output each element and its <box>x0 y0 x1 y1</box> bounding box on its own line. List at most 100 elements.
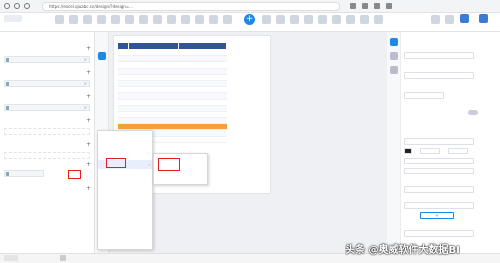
format-icon[interactable] <box>83 15 92 24</box>
add-icon[interactable]: + <box>86 69 91 76</box>
add-icon[interactable]: + <box>86 93 91 100</box>
merge-icon[interactable] <box>153 15 162 24</box>
submenu-item[interactable] <box>154 171 207 180</box>
link-icon[interactable] <box>304 15 313 24</box>
param-icon[interactable] <box>318 15 327 24</box>
align-icon[interactable] <box>125 15 134 24</box>
properties-tab-icon[interactable] <box>390 38 398 46</box>
image-icon[interactable] <box>276 15 285 24</box>
theme-icon[interactable] <box>332 15 341 24</box>
style-icon[interactable] <box>97 15 106 24</box>
field-panel <box>0 32 95 253</box>
menu-item[interactable] <box>98 232 152 241</box>
filter-icon[interactable] <box>209 15 218 24</box>
undo-icon[interactable] <box>55 15 64 24</box>
menu-item[interactable] <box>98 142 152 151</box>
menu-item[interactable] <box>98 178 152 187</box>
field-chip[interactable]: × <box>4 104 90 111</box>
favorites-icon[interactable] <box>362 3 368 9</box>
text-style-buttons[interactable] <box>404 158 474 164</box>
context-menu: › <box>97 130 153 250</box>
prop-input[interactable] <box>404 230 474 237</box>
add-icon[interactable]: + <box>86 141 91 148</box>
insert-row-icon[interactable] <box>167 15 176 24</box>
refresh-icon[interactable] <box>24 3 30 9</box>
menu-item[interactable] <box>98 196 152 205</box>
add-component-button[interactable]: + <box>244 14 255 25</box>
toggle-switch[interactable] <box>468 110 478 115</box>
menu-item[interactable] <box>98 214 152 223</box>
drop-zone[interactable] <box>4 128 90 135</box>
data-tab-icon[interactable] <box>390 66 398 74</box>
header-cell[interactable] <box>127 42 180 50</box>
chart-icon[interactable] <box>223 15 232 24</box>
highlight-annotation <box>106 158 126 168</box>
font-color-swatch[interactable] <box>404 148 412 154</box>
table-component-icon[interactable] <box>98 52 106 60</box>
menu-item[interactable] <box>98 205 152 214</box>
layout-icon[interactable] <box>445 15 454 24</box>
style-tab-icon[interactable] <box>390 52 398 60</box>
menu-item[interactable] <box>98 169 152 178</box>
settings-icon[interactable] <box>374 15 383 24</box>
chevron-right-icon: › <box>148 162 150 167</box>
zoom-icon[interactable] <box>60 255 66 261</box>
table-cell[interactable] <box>178 136 227 143</box>
highlight-annotation <box>68 170 81 179</box>
data-table[interactable] <box>117 42 227 143</box>
drop-zone[interactable] <box>4 152 90 159</box>
preview-icon[interactable] <box>346 15 355 24</box>
highlight-annotation <box>158 158 180 171</box>
publish-icon[interactable] <box>479 14 488 23</box>
menu-item[interactable] <box>98 187 152 196</box>
menu-icon[interactable] <box>386 3 392 9</box>
close-icon[interactable]: × <box>84 57 87 63</box>
filter-panel-icon[interactable] <box>431 15 440 24</box>
delete-icon[interactable] <box>195 15 204 24</box>
forward-icon[interactable] <box>14 3 20 9</box>
text-field-icon <box>6 58 9 62</box>
ctrl-button[interactable] <box>4 15 22 22</box>
header-cell[interactable] <box>178 42 227 50</box>
export-icon[interactable] <box>360 15 369 24</box>
font-icon[interactable] <box>111 15 120 24</box>
align-buttons[interactable] <box>404 168 474 174</box>
close-icon[interactable]: × <box>84 81 87 87</box>
back-icon[interactable] <box>4 3 10 9</box>
text-icon[interactable] <box>290 15 299 24</box>
add-icon[interactable]: + <box>86 117 91 124</box>
field-chip[interactable]: × <box>4 56 90 63</box>
field-chip[interactable]: × <box>4 80 90 87</box>
menu-item[interactable] <box>98 223 152 232</box>
header-cell[interactable] <box>117 42 129 50</box>
table-icon[interactable] <box>262 15 271 24</box>
add-icon[interactable]: + <box>86 45 91 52</box>
close-icon[interactable]: × <box>84 105 87 111</box>
number-field-icon <box>6 106 9 110</box>
profile-icon[interactable] <box>374 3 380 9</box>
border-icon[interactable] <box>139 15 148 24</box>
add-condition-button[interactable]: + <box>420 212 454 219</box>
field-chip[interactable] <box>4 170 44 177</box>
address-bar[interactable]: https://excel.qiuabc.cn/design/?design=.… <box>42 2 340 11</box>
page-tab[interactable] <box>4 255 18 261</box>
menu-item[interactable] <box>98 241 152 250</box>
text-field-icon <box>6 82 9 86</box>
watermark-text: 头条 @奥威软件大数据BI <box>345 245 460 256</box>
add-icon[interactable]: + <box>86 185 91 192</box>
redo-icon[interactable] <box>69 15 78 24</box>
extension-icon[interactable] <box>350 3 356 9</box>
text-field-icon <box>6 172 9 176</box>
color-picker[interactable] <box>404 92 444 99</box>
save-icon[interactable] <box>460 14 469 23</box>
title-text-input[interactable] <box>404 72 474 79</box>
line-height-input[interactable] <box>448 148 468 154</box>
prop-input[interactable] <box>404 202 474 209</box>
font-select[interactable] <box>404 138 474 145</box>
add-icon[interactable]: + <box>86 161 91 168</box>
title-input[interactable] <box>404 52 474 59</box>
prop-input[interactable] <box>404 186 474 193</box>
insert-col-icon[interactable] <box>181 15 190 24</box>
font-size-input[interactable] <box>420 148 440 154</box>
menu-item[interactable] <box>98 133 152 142</box>
